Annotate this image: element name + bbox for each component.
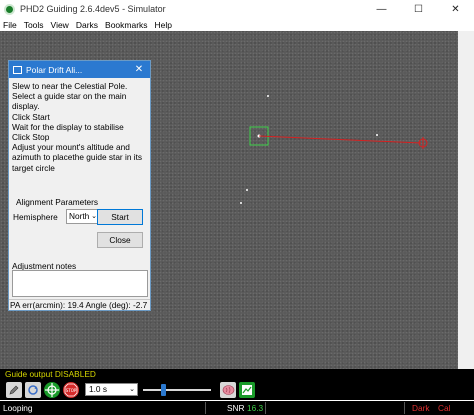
snr-value: 16.3	[247, 403, 264, 413]
toolbar: STOP 1.0 s ⌄	[0, 380, 474, 400]
start-button[interactable]: Start	[97, 209, 143, 225]
instruction-line: Click Stop	[12, 132, 50, 143]
crosshair-icon	[45, 383, 59, 397]
maximize-button[interactable]: ☐	[400, 0, 437, 18]
graph-button[interactable]	[239, 382, 255, 398]
status-divider	[205, 402, 206, 414]
instruction-line: Adjust your mount's altitude and azimuth…	[12, 142, 143, 173]
window-icon	[13, 65, 22, 74]
stop-icon: STOP	[64, 383, 78, 397]
close-button[interactable]: ✕	[437, 0, 474, 18]
brain-button[interactable]	[220, 382, 236, 398]
instructions: Slew to near the Celestial Pole. Select …	[12, 81, 148, 173]
stop-button[interactable]: STOP	[63, 382, 79, 398]
instruction-line: Select a guide star on the main display.	[12, 91, 127, 112]
brain-icon	[222, 385, 234, 395]
dialog-title-bar[interactable]: Polar Drift Ali... ✕	[9, 61, 150, 78]
title-bar: PHD2 Guiding 2.6.4dev5 - Simulator — ☐ ✕	[0, 0, 474, 18]
exposure-select[interactable]: 1.0 s ⌄	[85, 383, 138, 396]
hemisphere-label: Hemisphere	[13, 212, 58, 222]
menu-bookmarks[interactable]: Bookmarks	[105, 20, 148, 30]
dark-indicator: Dark	[412, 403, 430, 413]
display-scrollbar[interactable]	[458, 31, 474, 369]
loop-button[interactable]	[25, 382, 41, 398]
dialog-close-icon[interactable]: ✕	[128, 61, 150, 78]
menu-bar: File Tools View Darks Bookmarks Help	[0, 18, 474, 31]
chart-icon	[242, 385, 252, 395]
menu-tools[interactable]: Tools	[24, 20, 44, 30]
instruction-line: Click Start	[12, 111, 50, 122]
app-state: Looping	[3, 403, 33, 413]
menu-view[interactable]: View	[51, 20, 69, 30]
hemisphere-select[interactable]: North ⌄	[66, 209, 100, 224]
adjustment-notes-field[interactable]	[12, 270, 148, 297]
pencil-icon	[9, 385, 19, 395]
pa-error-status: PA err(arcmin): 19.4 Angle (deg): -2.7	[9, 299, 150, 311]
gamma-slider[interactable]	[143, 389, 211, 391]
window-controls: — ☐ ✕	[363, 0, 474, 18]
svg-text:STOP: STOP	[66, 388, 77, 393]
hemisphere-value: North	[69, 211, 90, 221]
gamma-slider-thumb[interactable]	[161, 384, 166, 396]
status-divider	[265, 402, 266, 414]
polar-drift-line	[258, 135, 422, 144]
menu-file[interactable]: File	[3, 20, 17, 30]
pencil-button[interactable]	[6, 382, 22, 398]
status-divider	[404, 402, 405, 414]
close-dialog-button[interactable]: Close	[97, 232, 143, 248]
instruction-line: Wait for the display to stabilise	[12, 121, 124, 132]
guide-button[interactable]	[44, 382, 60, 398]
phd2-app-icon	[4, 3, 15, 15]
instruction-line: Slew to near the Celestial Pole.	[12, 81, 128, 91]
window-title: PHD2 Guiding 2.6.4dev5 - Simulator	[20, 4, 166, 14]
menu-darks[interactable]: Darks	[76, 20, 98, 30]
menu-help[interactable]: Help	[155, 20, 172, 30]
alignment-parameters-label: Alignment Parameters	[16, 197, 99, 207]
loop-icon	[28, 385, 38, 395]
chevron-down-icon: ⌄	[129, 386, 135, 393]
dialog-title: Polar Drift Ali...	[26, 64, 83, 75]
guide-output-status: Guide output DISABLED	[0, 369, 474, 380]
exposure-value: 1.0 s	[89, 384, 107, 394]
status-bar: Looping SNR 16.3 Dark Cal	[0, 401, 474, 415]
minimize-button[interactable]: —	[363, 0, 400, 18]
cal-indicator: Cal	[438, 403, 451, 413]
polar-drift-dialog: Polar Drift Ali... ✕ Slew to near the Ce…	[8, 60, 151, 311]
snr-label: SNR	[227, 403, 245, 413]
